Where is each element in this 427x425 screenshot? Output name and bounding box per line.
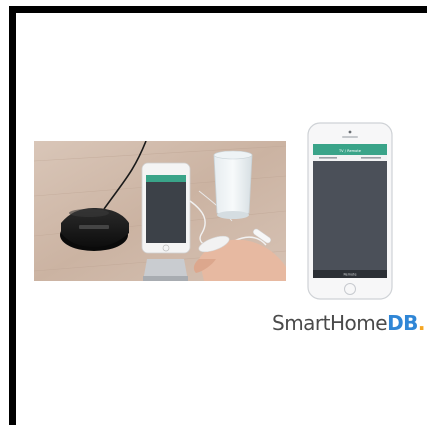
app-screen: [313, 144, 387, 278]
photo-phone: [141, 162, 191, 254]
frame-top-border: [9, 6, 427, 13]
front-camera: [348, 130, 352, 134]
brand-logo: SmartHomeDB.: [272, 311, 426, 335]
phone-stand: [143, 259, 188, 281]
product-photo: [34, 141, 286, 281]
brand-text-db: DB: [387, 311, 418, 335]
brand-text-main: SmartHome: [272, 311, 388, 335]
phone-mockup: TV / Remote Remote: [307, 122, 393, 300]
app-header-title: TV / Remote: [338, 149, 362, 153]
brand-dot: .: [417, 311, 426, 335]
water-glass: [213, 150, 253, 219]
ir-hub: [60, 207, 129, 251]
frame-left-border: [9, 6, 16, 425]
speaker-slot: [342, 136, 358, 138]
app-bottom-label: Remote: [343, 273, 356, 277]
